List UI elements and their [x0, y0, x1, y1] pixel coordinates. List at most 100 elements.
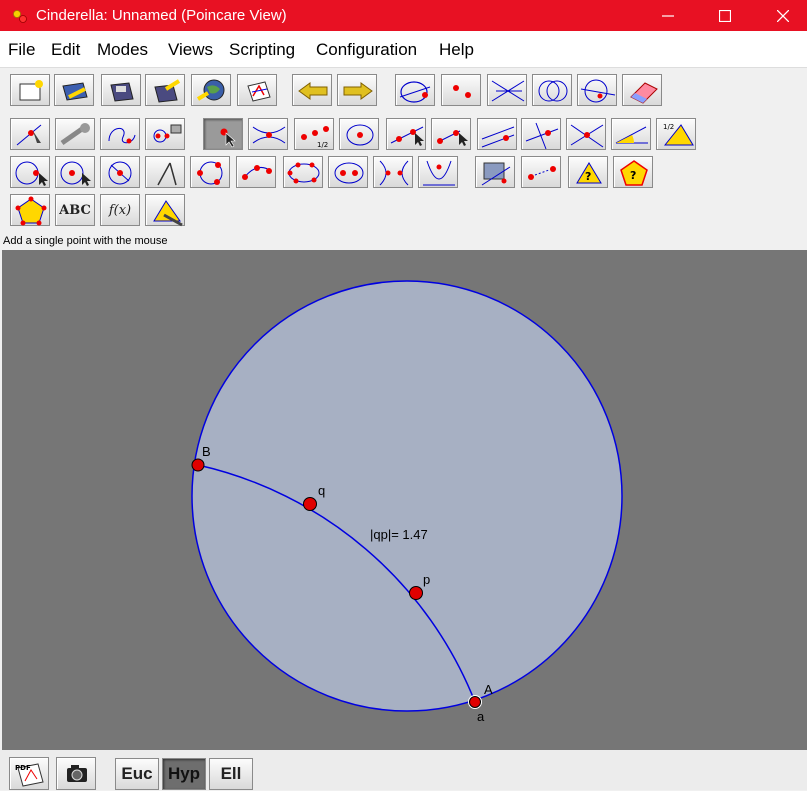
- locus-curve-icon: [108, 128, 136, 144]
- camera-icon: [67, 765, 87, 782]
- select-conics-button[interactable]: [577, 74, 617, 106]
- select-points-mode-button[interactable]: [395, 74, 435, 106]
- print-button[interactable]: [237, 74, 277, 106]
- point-p[interactable]: [409, 586, 423, 600]
- translation-tool[interactable]: [521, 156, 561, 188]
- geometry-hyperbolic-button[interactable]: Hyp: [162, 758, 206, 790]
- midpoint-icon: 1/2: [301, 126, 329, 149]
- pdf-icon: PDF: [15, 763, 44, 787]
- close-button[interactable]: [760, 0, 806, 31]
- function-tool[interactable]: f(x): [100, 194, 140, 226]
- open-file-button[interactable]: [54, 74, 94, 106]
- parabola-tool[interactable]: [418, 156, 458, 188]
- angle-tool[interactable]: [611, 118, 651, 150]
- midpoint-tool[interactable]: 1/2: [294, 118, 334, 150]
- point-label-p: p: [423, 572, 430, 587]
- select-circles-button[interactable]: [532, 74, 572, 106]
- undo-button[interactable]: [292, 74, 332, 106]
- point-a[interactable]: [469, 696, 481, 708]
- function-tool-label: f(x): [108, 202, 132, 218]
- maximize-button[interactable]: [702, 0, 748, 31]
- triangle-calc-icon: [153, 200, 183, 227]
- menu-configuration[interactable]: Configuration: [316, 40, 417, 60]
- poincare-disk[interactable]: [191, 280, 623, 712]
- pentagon-question-icon: ?: [620, 160, 648, 186]
- conic-five-points-tool[interactable]: [283, 156, 323, 188]
- menu-modes[interactable]: Modes: [97, 40, 148, 60]
- point-on-circle-tool[interactable]: [10, 156, 50, 188]
- reflection-tool[interactable]: [475, 156, 515, 188]
- menu-bar: File Edit Modes Views Scripting Configur…: [0, 31, 807, 68]
- export-web-button[interactable]: [191, 74, 231, 106]
- arc-tool[interactable]: [236, 156, 276, 188]
- segment-tool[interactable]: [431, 118, 471, 150]
- circle-by-radius-tool[interactable]: [55, 156, 95, 188]
- parallel-tool[interactable]: [477, 118, 517, 150]
- calculation-tool[interactable]: [145, 194, 185, 227]
- menu-file[interactable]: File: [8, 40, 35, 60]
- circle-radius-icon: [60, 161, 91, 186]
- arrow-right-icon: [343, 82, 373, 100]
- polygon-query-tool[interactable]: ?: [613, 156, 653, 188]
- minimize-button[interactable]: [645, 0, 691, 31]
- circle-point-icon: [399, 81, 431, 103]
- polygon-tool[interactable]: [10, 194, 50, 226]
- arc-icon: [242, 165, 272, 180]
- poincare-disk-view[interactable]: B q p A a |qp|= 1.47: [2, 250, 807, 750]
- ellipse-tool[interactable]: [328, 156, 368, 188]
- point-on-circle-icon: [15, 161, 48, 186]
- menu-edit[interactable]: Edit: [51, 40, 80, 60]
- animation-icon: [153, 124, 182, 143]
- translation-icon: [528, 166, 556, 180]
- print-document-icon: [247, 81, 271, 102]
- two-points-icon: [453, 85, 471, 98]
- text-tool[interactable]: ABC: [55, 194, 95, 226]
- animation-tool[interactable]: [145, 118, 185, 150]
- compass-tool[interactable]: [145, 156, 185, 188]
- segment-icon: [437, 130, 468, 146]
- screenshot-button[interactable]: [56, 757, 96, 790]
- measure-tool[interactable]: 1/2: [656, 118, 696, 150]
- cinderella-app-icon: [13, 10, 27, 23]
- point-q[interactable]: [303, 497, 317, 511]
- menu-views[interactable]: Views: [168, 40, 213, 60]
- ellipse-icon: [334, 162, 364, 184]
- save-as-icon: [154, 79, 181, 103]
- menu-help[interactable]: Help: [439, 40, 474, 60]
- geometry-euclidean-button[interactable]: Euc: [115, 758, 159, 790]
- new-file-button[interactable]: [10, 74, 50, 106]
- perpendicular-tool[interactable]: [521, 118, 561, 150]
- circle-by-three-points-tool[interactable]: [100, 156, 140, 188]
- point-label-a: A: [484, 682, 493, 697]
- select-two-points-button[interactable]: [441, 74, 481, 106]
- add-point-tool[interactable]: [203, 118, 243, 150]
- point-b[interactable]: [191, 458, 205, 472]
- save-as-button[interactable]: [145, 74, 185, 106]
- polygon-info-tool[interactable]: ?: [568, 156, 608, 188]
- maximize-icon: [719, 9, 731, 22]
- edit-tool[interactable]: [55, 118, 95, 150]
- window-title: Cinderella: Unnamed (Poincare View): [36, 7, 287, 24]
- save-button[interactable]: [101, 74, 141, 106]
- move-hand-icon: [16, 124, 42, 146]
- circle-line-icon: [580, 79, 616, 103]
- redo-button[interactable]: [337, 74, 377, 106]
- locus-tool[interactable]: [100, 118, 140, 150]
- eraser-icon: [630, 82, 658, 104]
- overlapping-circles-icon: [538, 80, 568, 102]
- move-tool[interactable]: [10, 118, 50, 150]
- intersection-point-tool[interactable]: [248, 118, 288, 150]
- hyperbola-tool[interactable]: [373, 156, 413, 188]
- close-icon: [777, 9, 789, 22]
- angle-bisector-tool[interactable]: [566, 118, 606, 150]
- select-lines-button[interactable]: [487, 74, 527, 106]
- line-through-points-tool[interactable]: [386, 118, 426, 150]
- eraser-button[interactable]: [622, 74, 662, 106]
- geometry-elliptic-button[interactable]: Ell: [209, 758, 253, 790]
- circle-by-points-tool[interactable]: [190, 156, 230, 188]
- construction-canvas[interactable]: B q p A a |qp|= 1.47: [2, 250, 807, 750]
- export-pdf-button[interactable]: PDF: [9, 757, 49, 790]
- circle-center-tool[interactable]: [339, 118, 379, 150]
- menu-scripting[interactable]: Scripting: [229, 40, 295, 60]
- open-folder-icon: [62, 82, 88, 101]
